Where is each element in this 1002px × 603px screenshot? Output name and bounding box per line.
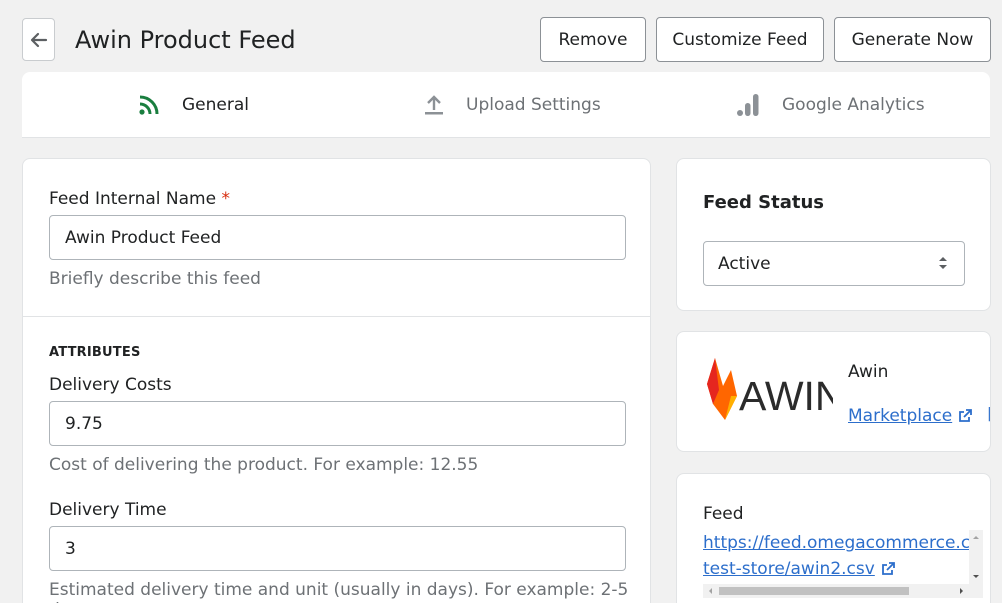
- marketplace-link[interactable]: Marketplace: [848, 406, 973, 426]
- channel-name: Awin: [848, 362, 889, 382]
- feed-label: Feed: [703, 504, 744, 524]
- back-button[interactable]: [22, 18, 55, 61]
- external-link-icon: [959, 409, 973, 422]
- tab-google-analytics[interactable]: Google Analytics: [736, 72, 925, 138]
- delivery-costs-input[interactable]: 9.75: [49, 401, 626, 446]
- external-link-icon: [881, 562, 895, 575]
- overflow-link[interactable]: |: [987, 406, 991, 424]
- scroll-up-icon: [973, 536, 979, 539]
- scroll-down-icon: [973, 575, 979, 578]
- delivery-costs-label: Delivery Costs: [49, 375, 172, 395]
- delivery-costs-help: Cost of delivering the product. For exam…: [49, 455, 479, 475]
- feed-name-help: Briefly describe this feed: [49, 269, 261, 289]
- required-asterisk: *: [221, 189, 230, 209]
- tab-ga-label: Google Analytics: [782, 95, 925, 115]
- feed-name-label-text: Feed Internal Name: [49, 189, 217, 209]
- feed-status-select[interactable]: Active: [703, 241, 965, 286]
- feed-url-scroll-area[interactable]: https://feed.omegacommerce.com/ test-sto…: [703, 530, 983, 600]
- tab-upload-label: Upload Settings: [466, 95, 601, 115]
- section-divider: [23, 316, 650, 317]
- delivery-time-help: Estimated delivery time and unit (usuall…: [49, 580, 629, 603]
- select-arrows-icon: [939, 257, 947, 269]
- horizontal-scroll-thumb[interactable]: [719, 587, 909, 595]
- arrow-left-icon: [30, 32, 47, 47]
- feed-status-value: Active: [718, 253, 771, 274]
- bar-chart-icon: [737, 94, 759, 116]
- feed-status-card: Feed Status Active: [676, 158, 991, 311]
- delivery-time-label: Delivery Time: [49, 500, 167, 520]
- tab-upload-settings[interactable]: Upload Settings: [424, 72, 601, 138]
- horizontal-scrollbar[interactable]: [703, 584, 983, 598]
- svg-text:AWIN: AWIN: [739, 373, 833, 419]
- marketplace-link-label: Marketplace: [848, 406, 953, 426]
- delivery-time-input[interactable]: 3: [49, 526, 626, 571]
- feed-name-input[interactable]: Awin Product Feed: [49, 215, 626, 260]
- feed-name-label: Feed Internal Name *: [49, 189, 230, 209]
- generate-now-button[interactable]: Generate Now: [834, 17, 991, 62]
- feed-url-link[interactable]: https://feed.omegacommerce.com/: [703, 530, 983, 556]
- awin-logo: AWIN: [707, 358, 833, 420]
- page-title: Awin Product Feed: [75, 26, 296, 54]
- tab-bar: General Upload Settings Google Analytics: [22, 72, 990, 208]
- general-settings-card: Feed Internal Name * Awin Product Feed B…: [22, 158, 651, 603]
- feed-status-title: Feed Status: [703, 192, 824, 213]
- feed-url-card: Feed https://feed.omegacommerce.com/ tes…: [676, 473, 991, 603]
- remove-button[interactable]: Remove: [540, 17, 646, 62]
- feed-url-line2-text: test-store/awin2.csv: [703, 559, 875, 579]
- vertical-scrollbar[interactable]: [969, 530, 983, 584]
- customize-feed-button[interactable]: Customize Feed: [656, 17, 824, 62]
- attributes-heading: ATTRIBUTES: [49, 345, 141, 360]
- feed-url-link-line2[interactable]: test-store/awin2.csv: [703, 556, 983, 582]
- scroll-left-icon: [709, 588, 712, 594]
- rss-icon: [139, 95, 159, 115]
- tab-general[interactable]: General: [138, 72, 249, 138]
- upload-icon: [425, 95, 443, 115]
- tab-general-label: General: [182, 95, 249, 115]
- channel-card: AWIN Awin Marketplace |: [676, 331, 991, 452]
- scroll-right-icon: [960, 588, 963, 594]
